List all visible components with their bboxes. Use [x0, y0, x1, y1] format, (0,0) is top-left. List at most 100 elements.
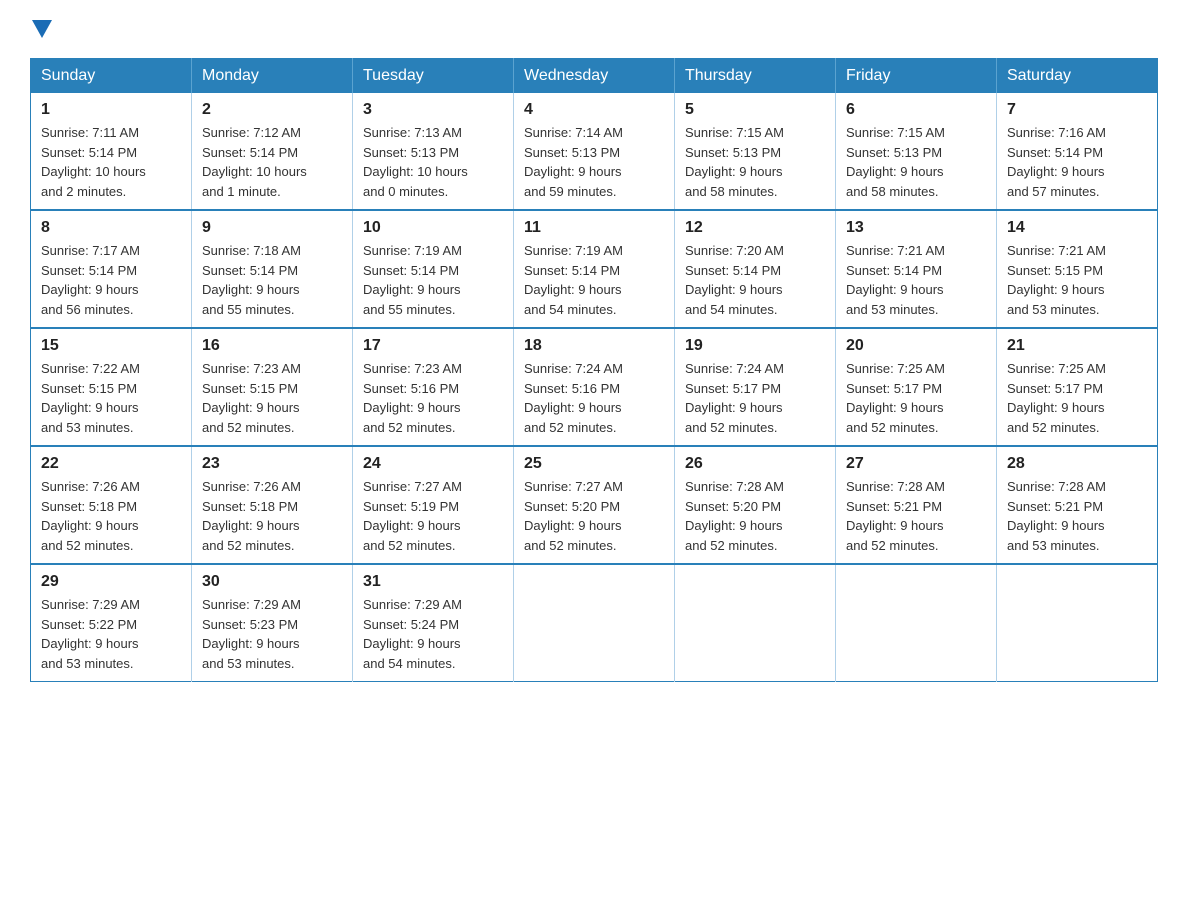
day-number: 28 — [1007, 455, 1147, 473]
weekday-header-tuesday: Tuesday — [353, 59, 514, 94]
calendar-week-row: 22 Sunrise: 7:26 AMSunset: 5:18 PMDaylig… — [31, 446, 1158, 564]
calendar-day-cell: 11 Sunrise: 7:19 AMSunset: 5:14 PMDaylig… — [514, 210, 675, 328]
day-info: Sunrise: 7:29 AMSunset: 5:24 PMDaylight:… — [363, 595, 503, 673]
day-info: Sunrise: 7:22 AMSunset: 5:15 PMDaylight:… — [41, 359, 181, 437]
calendar-week-row: 15 Sunrise: 7:22 AMSunset: 5:15 PMDaylig… — [31, 328, 1158, 446]
page-header — [30, 20, 1158, 38]
day-number: 8 — [41, 219, 181, 237]
day-info: Sunrise: 7:25 AMSunset: 5:17 PMDaylight:… — [846, 359, 986, 437]
day-number: 4 — [524, 101, 664, 119]
logo — [30, 20, 54, 38]
calendar-day-cell: 2 Sunrise: 7:12 AMSunset: 5:14 PMDayligh… — [192, 93, 353, 210]
weekday-header-friday: Friday — [836, 59, 997, 94]
calendar-day-cell: 18 Sunrise: 7:24 AMSunset: 5:16 PMDaylig… — [514, 328, 675, 446]
calendar-day-cell: 3 Sunrise: 7:13 AMSunset: 5:13 PMDayligh… — [353, 93, 514, 210]
day-number: 30 — [202, 573, 342, 591]
day-info: Sunrise: 7:25 AMSunset: 5:17 PMDaylight:… — [1007, 359, 1147, 437]
day-info: Sunrise: 7:19 AMSunset: 5:14 PMDaylight:… — [524, 241, 664, 319]
day-info: Sunrise: 7:23 AMSunset: 5:15 PMDaylight:… — [202, 359, 342, 437]
day-number: 29 — [41, 573, 181, 591]
logo-arrow-icon — [32, 20, 52, 38]
calendar-day-cell: 16 Sunrise: 7:23 AMSunset: 5:15 PMDaylig… — [192, 328, 353, 446]
calendar-day-cell: 19 Sunrise: 7:24 AMSunset: 5:17 PMDaylig… — [675, 328, 836, 446]
calendar-week-row: 8 Sunrise: 7:17 AMSunset: 5:14 PMDayligh… — [31, 210, 1158, 328]
calendar-day-cell — [836, 564, 997, 682]
day-number: 1 — [41, 101, 181, 119]
day-number: 6 — [846, 101, 986, 119]
day-number: 2 — [202, 101, 342, 119]
weekday-header-thursday: Thursday — [675, 59, 836, 94]
day-number: 5 — [685, 101, 825, 119]
day-number: 27 — [846, 455, 986, 473]
day-info: Sunrise: 7:21 AMSunset: 5:15 PMDaylight:… — [1007, 241, 1147, 319]
day-number: 13 — [846, 219, 986, 237]
day-number: 14 — [1007, 219, 1147, 237]
calendar-day-cell — [675, 564, 836, 682]
calendar-day-cell — [997, 564, 1158, 682]
day-info: Sunrise: 7:14 AMSunset: 5:13 PMDaylight:… — [524, 123, 664, 201]
day-info: Sunrise: 7:21 AMSunset: 5:14 PMDaylight:… — [846, 241, 986, 319]
calendar-day-cell: 10 Sunrise: 7:19 AMSunset: 5:14 PMDaylig… — [353, 210, 514, 328]
calendar-header-row: SundayMondayTuesdayWednesdayThursdayFrid… — [31, 59, 1158, 94]
calendar-day-cell: 5 Sunrise: 7:15 AMSunset: 5:13 PMDayligh… — [675, 93, 836, 210]
day-info: Sunrise: 7:29 AMSunset: 5:22 PMDaylight:… — [41, 595, 181, 673]
weekday-header-wednesday: Wednesday — [514, 59, 675, 94]
day-info: Sunrise: 7:18 AMSunset: 5:14 PMDaylight:… — [202, 241, 342, 319]
day-info: Sunrise: 7:19 AMSunset: 5:14 PMDaylight:… — [363, 241, 503, 319]
calendar-day-cell: 27 Sunrise: 7:28 AMSunset: 5:21 PMDaylig… — [836, 446, 997, 564]
calendar-day-cell — [514, 564, 675, 682]
day-info: Sunrise: 7:23 AMSunset: 5:16 PMDaylight:… — [363, 359, 503, 437]
day-number: 24 — [363, 455, 503, 473]
calendar-day-cell: 12 Sunrise: 7:20 AMSunset: 5:14 PMDaylig… — [675, 210, 836, 328]
day-info: Sunrise: 7:11 AMSunset: 5:14 PMDaylight:… — [41, 123, 181, 201]
calendar-day-cell: 14 Sunrise: 7:21 AMSunset: 5:15 PMDaylig… — [997, 210, 1158, 328]
day-info: Sunrise: 7:12 AMSunset: 5:14 PMDaylight:… — [202, 123, 342, 201]
day-number: 19 — [685, 337, 825, 355]
calendar-day-cell: 22 Sunrise: 7:26 AMSunset: 5:18 PMDaylig… — [31, 446, 192, 564]
weekday-header-sunday: Sunday — [31, 59, 192, 94]
calendar-day-cell: 13 Sunrise: 7:21 AMSunset: 5:14 PMDaylig… — [836, 210, 997, 328]
calendar-day-cell: 24 Sunrise: 7:27 AMSunset: 5:19 PMDaylig… — [353, 446, 514, 564]
calendar-day-cell: 17 Sunrise: 7:23 AMSunset: 5:16 PMDaylig… — [353, 328, 514, 446]
day-number: 16 — [202, 337, 342, 355]
day-info: Sunrise: 7:28 AMSunset: 5:20 PMDaylight:… — [685, 477, 825, 555]
day-info: Sunrise: 7:26 AMSunset: 5:18 PMDaylight:… — [202, 477, 342, 555]
day-number: 12 — [685, 219, 825, 237]
day-info: Sunrise: 7:27 AMSunset: 5:19 PMDaylight:… — [363, 477, 503, 555]
weekday-header-monday: Monday — [192, 59, 353, 94]
weekday-header-saturday: Saturday — [997, 59, 1158, 94]
day-number: 22 — [41, 455, 181, 473]
day-number: 10 — [363, 219, 503, 237]
day-number: 21 — [1007, 337, 1147, 355]
day-info: Sunrise: 7:15 AMSunset: 5:13 PMDaylight:… — [685, 123, 825, 201]
day-number: 3 — [363, 101, 503, 119]
calendar-day-cell: 23 Sunrise: 7:26 AMSunset: 5:18 PMDaylig… — [192, 446, 353, 564]
day-info: Sunrise: 7:16 AMSunset: 5:14 PMDaylight:… — [1007, 123, 1147, 201]
calendar-day-cell: 20 Sunrise: 7:25 AMSunset: 5:17 PMDaylig… — [836, 328, 997, 446]
day-info: Sunrise: 7:27 AMSunset: 5:20 PMDaylight:… — [524, 477, 664, 555]
day-number: 9 — [202, 219, 342, 237]
calendar-day-cell: 25 Sunrise: 7:27 AMSunset: 5:20 PMDaylig… — [514, 446, 675, 564]
calendar-day-cell: 31 Sunrise: 7:29 AMSunset: 5:24 PMDaylig… — [353, 564, 514, 682]
calendar-week-row: 29 Sunrise: 7:29 AMSunset: 5:22 PMDaylig… — [31, 564, 1158, 682]
calendar-day-cell: 6 Sunrise: 7:15 AMSunset: 5:13 PMDayligh… — [836, 93, 997, 210]
day-info: Sunrise: 7:17 AMSunset: 5:14 PMDaylight:… — [41, 241, 181, 319]
day-info: Sunrise: 7:24 AMSunset: 5:17 PMDaylight:… — [685, 359, 825, 437]
calendar-day-cell: 7 Sunrise: 7:16 AMSunset: 5:14 PMDayligh… — [997, 93, 1158, 210]
day-info: Sunrise: 7:13 AMSunset: 5:13 PMDaylight:… — [363, 123, 503, 201]
day-number: 23 — [202, 455, 342, 473]
day-number: 26 — [685, 455, 825, 473]
day-number: 31 — [363, 573, 503, 591]
calendar-day-cell: 28 Sunrise: 7:28 AMSunset: 5:21 PMDaylig… — [997, 446, 1158, 564]
day-info: Sunrise: 7:20 AMSunset: 5:14 PMDaylight:… — [685, 241, 825, 319]
day-info: Sunrise: 7:26 AMSunset: 5:18 PMDaylight:… — [41, 477, 181, 555]
day-number: 18 — [524, 337, 664, 355]
calendar-day-cell: 9 Sunrise: 7:18 AMSunset: 5:14 PMDayligh… — [192, 210, 353, 328]
calendar-day-cell: 1 Sunrise: 7:11 AMSunset: 5:14 PMDayligh… — [31, 93, 192, 210]
calendar-week-row: 1 Sunrise: 7:11 AMSunset: 5:14 PMDayligh… — [31, 93, 1158, 210]
calendar-day-cell: 4 Sunrise: 7:14 AMSunset: 5:13 PMDayligh… — [514, 93, 675, 210]
day-info: Sunrise: 7:24 AMSunset: 5:16 PMDaylight:… — [524, 359, 664, 437]
day-number: 20 — [846, 337, 986, 355]
day-info: Sunrise: 7:28 AMSunset: 5:21 PMDaylight:… — [1007, 477, 1147, 555]
day-number: 11 — [524, 219, 664, 237]
